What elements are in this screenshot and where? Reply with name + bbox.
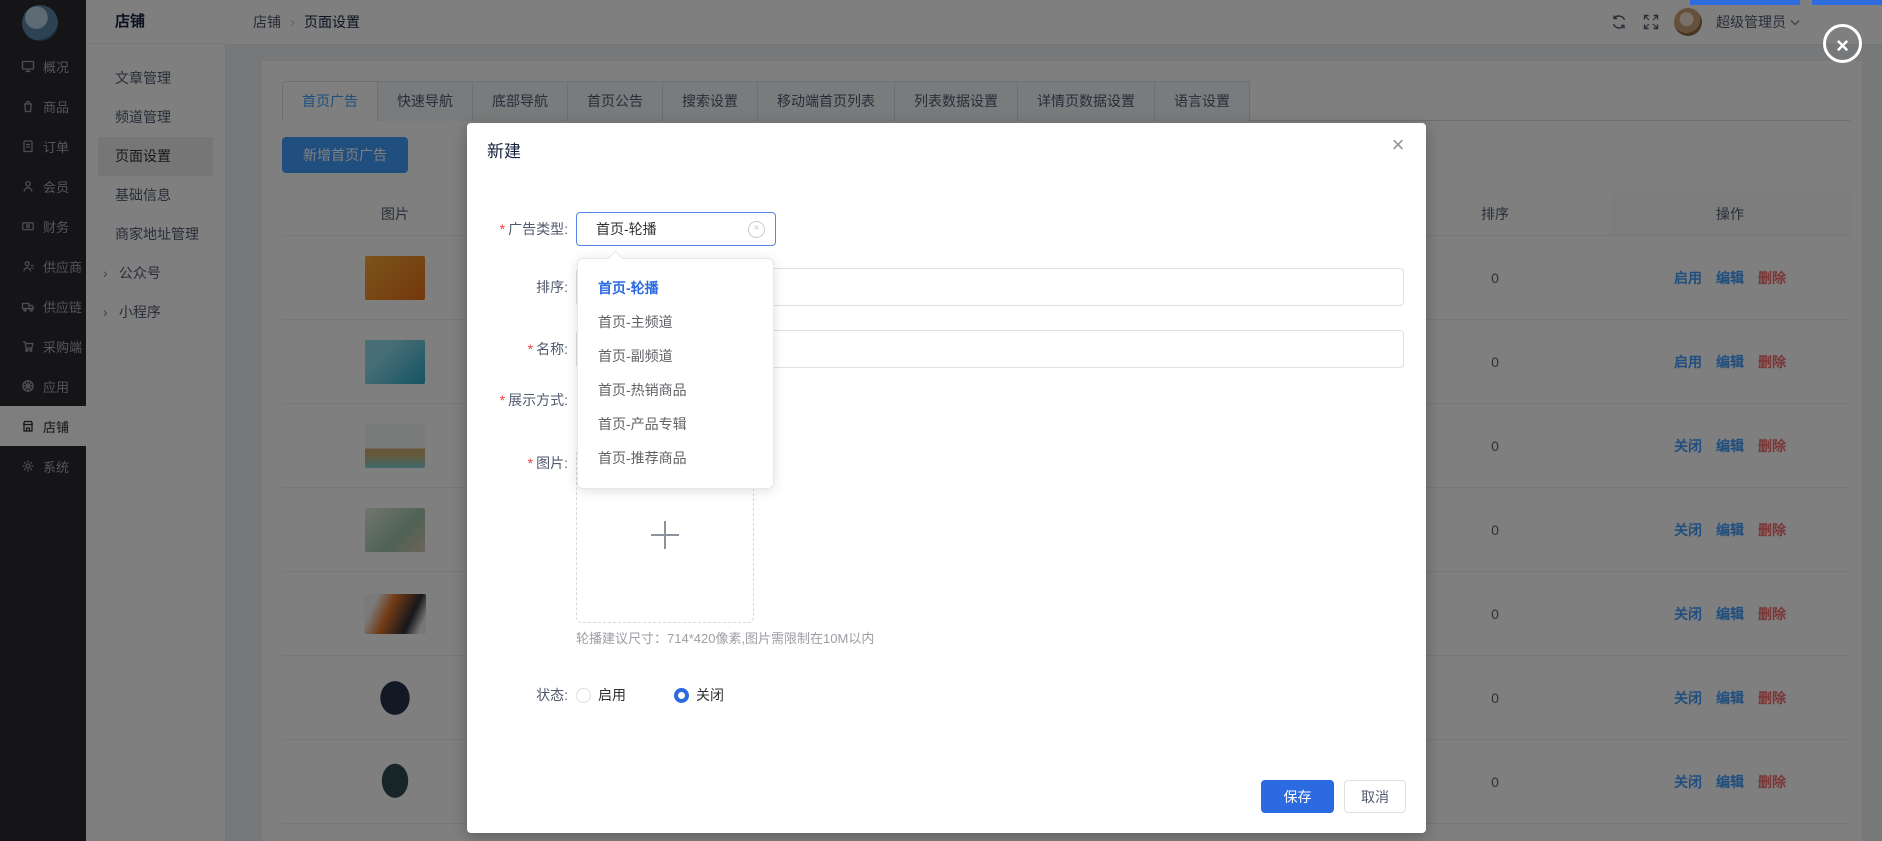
cancel-button[interactable]: 取消 xyxy=(1344,780,1406,813)
required-marker: * xyxy=(500,392,505,408)
status-radio-disable[interactable]: 关闭 xyxy=(674,685,724,705)
status-label: 状态: xyxy=(467,685,568,705)
ad-type-select[interactable]: 首页-轮播 × xyxy=(576,212,776,246)
ad-type-value: 首页-轮播 xyxy=(596,219,748,239)
dropdown-option-product-album[interactable]: 首页-产品专辑 xyxy=(578,407,773,441)
dropdown-option-hot-goods[interactable]: 首页-热销商品 xyxy=(578,373,773,407)
modal-title: 新建 xyxy=(487,137,521,162)
dropdown-option-carousel[interactable]: 首页-轮播 xyxy=(578,271,773,305)
radio-checked-icon xyxy=(674,688,689,703)
required-marker: * xyxy=(528,455,533,471)
display-mode-label: *展示方式: xyxy=(467,390,568,410)
image-label: *图片: xyxy=(467,453,568,623)
floating-close-button[interactable]: × xyxy=(1823,24,1862,63)
status-radio-enable[interactable]: 启用 xyxy=(576,685,626,705)
dropdown-option-recommended[interactable]: 首页-推荐商品 xyxy=(578,441,773,475)
ad-type-dropdown: 首页-轮播 首页-主频道 首页-副频道 首页-热销商品 首页-产品专辑 首页-推… xyxy=(577,258,774,489)
plus-icon xyxy=(651,521,679,549)
dropdown-option-sub-channel[interactable]: 首页-副频道 xyxy=(578,339,773,373)
modal-close-icon[interactable]: × xyxy=(1386,133,1410,157)
upload-hint: 轮播建议尺寸：714*420像素,图片需限制在10M以内 xyxy=(576,628,874,647)
required-marker: * xyxy=(500,221,505,237)
ad-type-label: *广告类型: xyxy=(467,219,568,239)
top-blue-strip xyxy=(1690,0,1800,5)
app-screen: 概况 商品 订单 会员 财务 供应商 xyxy=(0,0,1882,841)
dropdown-option-main-channel[interactable]: 首页-主频道 xyxy=(578,305,773,339)
radio-icon xyxy=(576,688,591,703)
name-label: *名称: xyxy=(467,339,568,359)
top-blue-strip xyxy=(1812,0,1882,5)
clear-icon[interactable]: × xyxy=(748,221,765,238)
sort-label: 排序: xyxy=(467,277,568,297)
save-button[interactable]: 保存 xyxy=(1261,780,1334,813)
required-marker: * xyxy=(528,341,533,357)
